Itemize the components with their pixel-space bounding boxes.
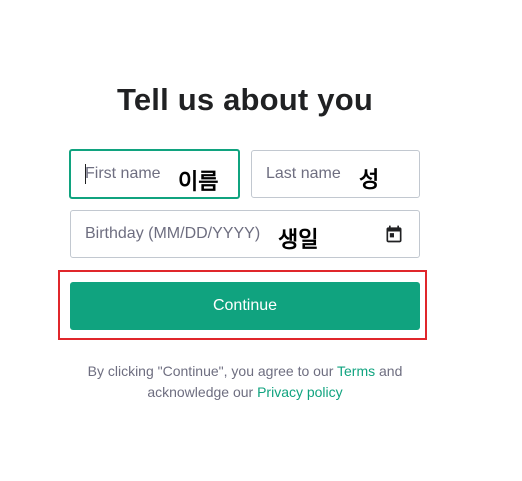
- legal-footer: By clicking "Continue", you agree to our…: [0, 361, 490, 403]
- first-name-annotation: 이름: [178, 170, 219, 195]
- last-name-field[interactable]: Last name 성: [251, 150, 420, 198]
- privacy-policy-link[interactable]: Privacy policy: [257, 384, 343, 400]
- terms-link[interactable]: Terms: [337, 363, 375, 379]
- page-title: Tell us about you: [116, 82, 373, 117]
- calendar-icon[interactable]: [384, 224, 404, 244]
- first-name-placeholder: First name: [85, 165, 161, 182]
- footer-text-1: By clicking "Continue", you agree to our: [87, 363, 337, 379]
- birthday-field[interactable]: Birthday (MM/DD/YYYY) 생일: [70, 210, 420, 258]
- first-name-field[interactable]: First name 이름: [69, 149, 240, 199]
- continue-button[interactable]: Continue: [70, 282, 420, 330]
- footer-text-3: acknowledge our: [147, 384, 258, 400]
- birthday-placeholder: Birthday (MM/DD/YYYY): [85, 225, 261, 242]
- last-name-annotation: 성: [359, 168, 380, 193]
- birthday-annotation: 생일: [278, 228, 319, 253]
- footer-text-2: and: [375, 363, 403, 379]
- last-name-placeholder: Last name: [266, 165, 341, 182]
